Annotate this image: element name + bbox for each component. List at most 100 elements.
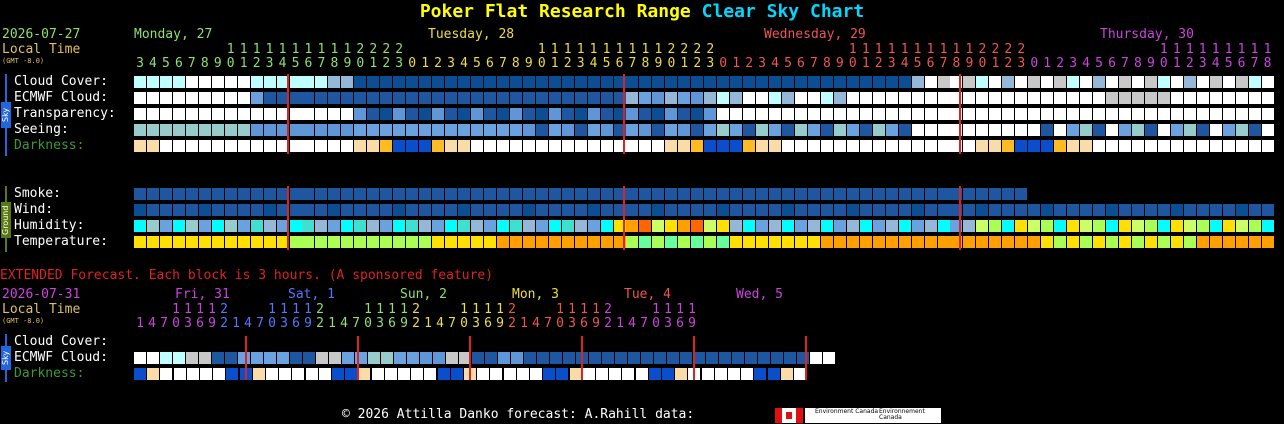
forecast-block[interactable]: [341, 108, 354, 120]
forecast-block[interactable]: [859, 108, 872, 120]
forecast-block[interactable]: [302, 204, 315, 216]
forecast-block[interactable]: [354, 108, 367, 120]
forecast-block[interactable]: [846, 220, 859, 232]
forecast-block[interactable]: [652, 188, 665, 200]
forecast-block[interactable]: [743, 204, 756, 216]
forecast-block[interactable]: [134, 204, 146, 216]
forecast-block[interactable]: [1106, 236, 1118, 248]
forecast-block[interactable]: [1015, 188, 1028, 200]
forecast-block[interactable]: [432, 140, 445, 152]
forecast-block[interactable]: [622, 368, 635, 380]
forecast-block[interactable]: [1015, 108, 1028, 120]
forecast-block[interactable]: [289, 140, 302, 152]
forecast-block[interactable]: [635, 368, 648, 380]
forecast-block[interactable]: [1170, 140, 1183, 152]
forecast-block[interactable]: [483, 108, 496, 120]
forecast-block[interactable]: [885, 204, 898, 216]
forecast-block[interactable]: [976, 92, 989, 104]
forecast-block[interactable]: [678, 188, 691, 200]
forecast-block[interactable]: [600, 220, 613, 232]
forecast-block[interactable]: [794, 92, 807, 104]
forecast-block[interactable]: [458, 108, 470, 120]
forecast-block[interactable]: [470, 124, 483, 136]
forecast-block[interactable]: [1209, 140, 1222, 152]
forecast-block[interactable]: [1235, 236, 1248, 248]
forecast-block[interactable]: [548, 124, 561, 136]
forecast-block[interactable]: [556, 368, 569, 380]
forecast-block[interactable]: [1235, 220, 1248, 232]
forecast-block[interactable]: [704, 188, 717, 200]
forecast-block[interactable]: [1235, 140, 1248, 152]
forecast-block[interactable]: [263, 188, 276, 200]
forecast-block[interactable]: [483, 140, 496, 152]
forecast-block[interactable]: [496, 188, 509, 200]
forecast-block[interactable]: [522, 188, 535, 200]
forecast-block[interactable]: [1222, 236, 1235, 248]
forecast-block[interactable]: [172, 124, 185, 136]
forecast-block[interactable]: [717, 108, 730, 120]
forecast-block[interactable]: [574, 108, 587, 120]
forecast-block[interactable]: [173, 352, 185, 364]
forecast-block[interactable]: [963, 76, 976, 88]
forecast-block[interactable]: [582, 368, 595, 380]
forecast-block[interactable]: [548, 188, 561, 200]
forecast-block[interactable]: [704, 124, 717, 136]
forecast-block[interactable]: [756, 124, 769, 136]
forecast-block[interactable]: [1196, 220, 1209, 232]
forecast-block[interactable]: [224, 220, 237, 232]
forecast-block[interactable]: [1080, 140, 1093, 152]
forecast-block[interactable]: [680, 352, 692, 364]
forecast-block[interactable]: [483, 76, 496, 88]
forecast-block[interactable]: [548, 204, 561, 216]
forecast-block[interactable]: [470, 76, 483, 88]
forecast-block[interactable]: [483, 188, 496, 200]
forecast-block[interactable]: [782, 92, 794, 104]
forecast-block[interactable]: [691, 220, 704, 232]
forecast-block[interactable]: [626, 124, 639, 136]
forecast-block[interactable]: [250, 204, 263, 216]
forecast-block[interactable]: [147, 368, 160, 380]
forecast-block[interactable]: [794, 76, 807, 88]
forecast-block[interactable]: [535, 220, 548, 232]
forecast-block[interactable]: [561, 188, 574, 200]
forecast-block[interactable]: [458, 76, 470, 88]
forecast-block[interactable]: [691, 124, 704, 136]
forecast-block[interactable]: [384, 368, 397, 380]
forecast-block[interactable]: [198, 220, 211, 232]
forecast-block[interactable]: [1183, 204, 1196, 216]
forecast-block[interactable]: [211, 124, 224, 136]
forecast-block[interactable]: [652, 204, 665, 216]
forecast-block[interactable]: [1067, 108, 1080, 120]
forecast-block[interactable]: [665, 92, 678, 104]
forecast-block[interactable]: [341, 124, 354, 136]
forecast-block[interactable]: [251, 352, 263, 364]
forecast-block[interactable]: [1002, 220, 1015, 232]
forecast-block[interactable]: [728, 368, 740, 380]
forecast-block[interactable]: [976, 220, 989, 232]
forecast-block[interactable]: [1093, 236, 1106, 248]
forecast-block[interactable]: [807, 124, 820, 136]
forecast-block[interactable]: [678, 124, 691, 136]
forecast-block[interactable]: [341, 188, 354, 200]
forecast-block[interactable]: [885, 140, 898, 152]
forecast-block[interactable]: [1106, 220, 1118, 232]
forecast-block[interactable]: [1054, 236, 1067, 248]
forecast-block[interactable]: [820, 236, 833, 248]
forecast-block[interactable]: [911, 188, 924, 200]
forecast-block[interactable]: [872, 220, 885, 232]
forecast-block[interactable]: [419, 108, 432, 120]
forecast-block[interactable]: [432, 76, 445, 88]
forecast-block[interactable]: [199, 352, 211, 364]
forecast-block[interactable]: [989, 188, 1002, 200]
forecast-block[interactable]: [1080, 108, 1093, 120]
forecast-block[interactable]: [250, 140, 263, 152]
forecast-block[interactable]: [341, 76, 354, 88]
forecast-block[interactable]: [911, 220, 924, 232]
forecast-block[interactable]: [250, 108, 263, 120]
forecast-block[interactable]: [963, 92, 976, 104]
forecast-block[interactable]: [315, 76, 328, 88]
forecast-block[interactable]: [780, 368, 793, 380]
forecast-block[interactable]: [574, 124, 587, 136]
forecast-block[interactable]: [1028, 220, 1041, 232]
forecast-block[interactable]: [1067, 220, 1080, 232]
